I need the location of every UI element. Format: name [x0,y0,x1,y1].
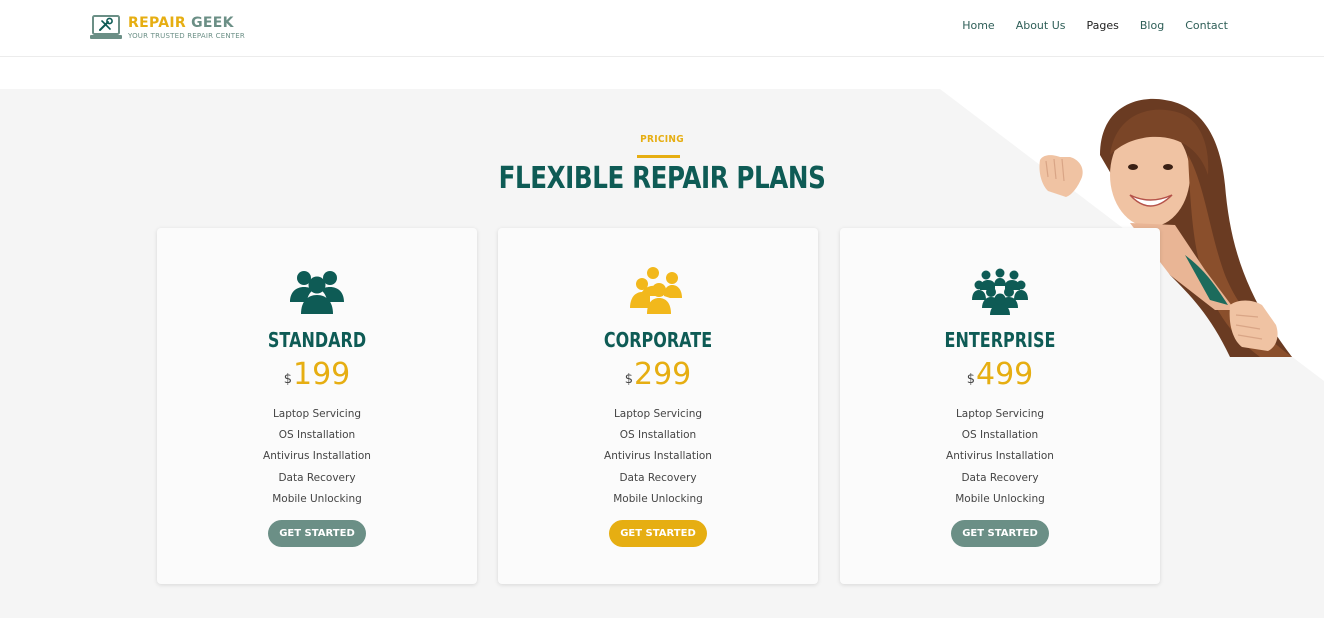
laptop-wrench-icon [90,15,122,39]
plan-name: STANDARD [267,328,367,352]
brand-logo[interactable]: REPAIR GEEK YOUR TRUSTED REPAIR CENTER [90,15,245,41]
plan-price: $ 299 [498,358,818,392]
feature-item: Antivirus Installation [946,450,1054,463]
plan-icon-wrap [840,266,1160,316]
feature-item: Mobile Unlocking [955,492,1045,505]
brand-name: REPAIR GEEK [128,15,245,31]
nav-pages[interactable]: Pages [1087,18,1119,34]
plan-icon-wrap [157,266,477,316]
feature-item: Laptop Servicing [955,408,1045,420]
feature-list: Laptop Servicing OS Installation Antivir… [840,404,1160,510]
get-started-button[interactable]: GET STARTED [609,520,707,547]
feature-item: Data Recovery [619,471,697,484]
feature-list: Laptop Servicing OS Installation Antivir… [498,404,818,510]
plan-name: ENTERPRISE [944,328,1056,352]
feature-item: Laptop Servicing [613,408,703,420]
feature-item: OS Installation [278,429,356,442]
plan-icon-wrap [498,266,818,316]
plan-price: $ 499 [840,358,1160,392]
main-nav: Home About Us Pages Blog Contact [941,18,1228,34]
price-amount: 299 [634,357,692,392]
section-eyebrow: PRICING [640,134,684,145]
brand-tagline: YOUR TRUSTED REPAIR CENTER [128,32,245,40]
group-medium-icon [630,267,682,314]
get-started-button[interactable]: GET STARTED [268,520,366,547]
feature-item: Data Recovery [961,471,1039,484]
plan-price: $ 199 [157,358,477,392]
feature-item: OS Installation [619,429,697,442]
section-title: FLEXIBLE REPAIR PLANS [498,161,826,196]
feature-item: OS Installation [961,429,1039,442]
group-large-icon [972,268,1028,315]
feature-item: Data Recovery [278,471,356,484]
price-currency: $ [624,372,633,387]
feature-item: Antivirus Installation [604,450,712,463]
group-small-icon [290,271,344,314]
brand-name-part2: GEEK [191,15,234,31]
nav-blog[interactable]: Blog [1140,18,1164,34]
price-amount: 199 [293,357,351,392]
brand-name-part1: REPAIR [128,15,186,31]
get-started-button[interactable]: GET STARTED [951,520,1049,547]
pricing-card-enterprise: ENTERPRISE $ 499 Laptop Servicing OS Ins… [840,228,1160,584]
plan-name: CORPORATE [603,328,713,352]
price-amount: 499 [976,357,1034,392]
feature-item: Laptop Servicing [272,408,362,420]
pricing-card-standard: STANDARD $ 199 Laptop Servicing OS Insta… [157,228,477,584]
price-currency: $ [966,372,975,387]
feature-item: Mobile Unlocking [613,492,703,505]
feature-list: Laptop Servicing OS Installation Antivir… [157,404,477,510]
price-currency: $ [283,372,292,387]
nav-about-us[interactable]: About Us [1016,18,1066,34]
feature-item: Antivirus Installation [263,450,371,463]
feature-item: Mobile Unlocking [272,492,362,505]
site-header: REPAIR GEEK YOUR TRUSTED REPAIR CENTER H… [0,0,1324,57]
nav-contact[interactable]: Contact [1185,18,1228,34]
nav-home[interactable]: Home [962,18,994,34]
section-eyebrow-underline [637,155,680,158]
pricing-card-corporate: CORPORATE $ 299 Laptop Servicing OS Inst… [498,228,818,584]
